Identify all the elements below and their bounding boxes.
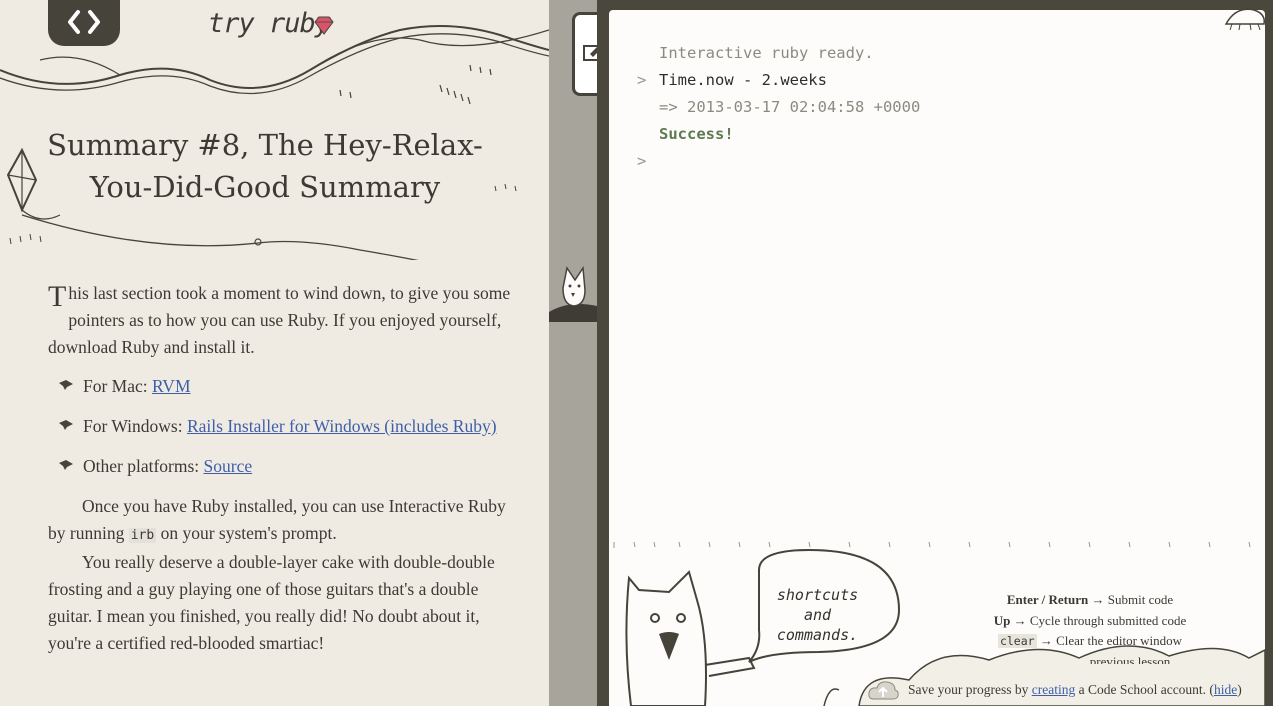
bubble-line: shortcuts [776,586,859,604]
lesson-toggle-button[interactable] [48,0,120,46]
platform-label: Other platforms: [83,456,204,476]
intro-text: his last section took a moment to wind d… [48,283,511,357]
list-item: For Mac: RVM [48,373,514,400]
platform-link-source[interactable]: Source [204,456,253,476]
irb-paragraph: Once you have Ruby installed, you can us… [48,493,514,549]
platform-link-mac[interactable]: RVM [152,376,190,396]
bubble-line: and [803,606,832,624]
save-progress-text: Save your progress by creating a Code Sc… [908,682,1242,698]
shortcut-desc: → Cycle through submitted code [1010,612,1187,628]
ruby-gem-icon [314,16,334,35]
shortcuts-list: Enter / Return → Submit code Up → Cycle … [940,590,1240,664]
intro-paragraph: This last section took a moment to wind … [48,280,514,361]
platform-list: For Mac: RVM For Windows: Rails Installe… [48,373,514,480]
shortcut-key: Up [993,612,1011,628]
hide-link[interactable]: hide [1214,682,1237,697]
irb-code: irb [128,528,157,543]
drop-cap: T [48,280,67,313]
irb-text-post: on your system's prompt. [156,523,337,543]
shortcut-key: clear [997,634,1037,648]
console-output[interactable]: Interactive ruby ready. > Time.now - 2.we… [637,40,920,175]
save-text-mid: a Code School account. ( [1075,682,1214,697]
shortcut-item-partial: previous lesson [940,652,1240,664]
list-item: For Windows: Rails Installer for Windows… [48,413,514,440]
shortcut-desc: previous lesson [1089,653,1171,664]
create-account-link[interactable]: creating [1032,682,1075,697]
panel-divider[interactable] [549,0,597,706]
hand-pointer-icon [59,380,73,390]
shortcut-desc: → Submit code [1088,592,1174,607]
shortcut-item: Enter / Return → Submit code [940,590,1240,611]
lesson-title: Summary #8, The Hey-Relax-You-Did-Good S… [47,128,483,204]
hand-pointer-icon [59,460,73,470]
platform-label: For Windows: [83,416,187,436]
console-prompt-line[interactable]: > [637,148,920,175]
code-brackets-icon [68,10,100,34]
list-item: Other platforms: Source [48,453,514,480]
speech-bubble: shortcuts and commands. [770,585,865,645]
shortcut-desc: → Clear the editor window [1036,633,1183,648]
input-code: Time.now - 2.weeks [659,71,827,89]
save-progress-bar: Save your progress by creating a Code Sc… [862,676,1273,706]
prompt-symbol: > [637,152,647,170]
console-success-line: Success! [659,125,734,143]
hand-pointer-icon [59,420,73,430]
save-text-pre: Save your progress by [908,682,1032,697]
congrats-paragraph: You really deserve a double-layer cake w… [48,552,495,653]
lesson-body: This last section took a moment to wind … [48,280,514,657]
shortcut-item: Up → Cycle through submitted code [940,611,1240,632]
bubble-line: commands. [776,626,859,644]
shortcut-item: clear → Clear the editor window [940,631,1240,652]
bug-doodle-icon [1224,8,1266,31]
platform-link-windows[interactable]: Rails Installer for Windows (includes Ru… [187,416,497,436]
save-text-post: ) [1237,682,1242,697]
prompt-symbol: > [637,71,647,89]
shortcut-key: Enter / Return [1006,592,1089,607]
platform-label: For Mac: [83,376,153,396]
cloud-upload-icon [868,681,899,700]
lesson-panel: try ruby Summary #8, The Hey-Relax-You-D… [0,0,549,706]
console-input-line: > Time.now - 2.weeks [637,67,920,94]
console-result-line: => 2013-03-17 02:04:58 +0000 [659,98,921,116]
fox-mascot-icon [549,265,597,322]
console-ready-line: Interactive ruby ready. [659,44,874,62]
